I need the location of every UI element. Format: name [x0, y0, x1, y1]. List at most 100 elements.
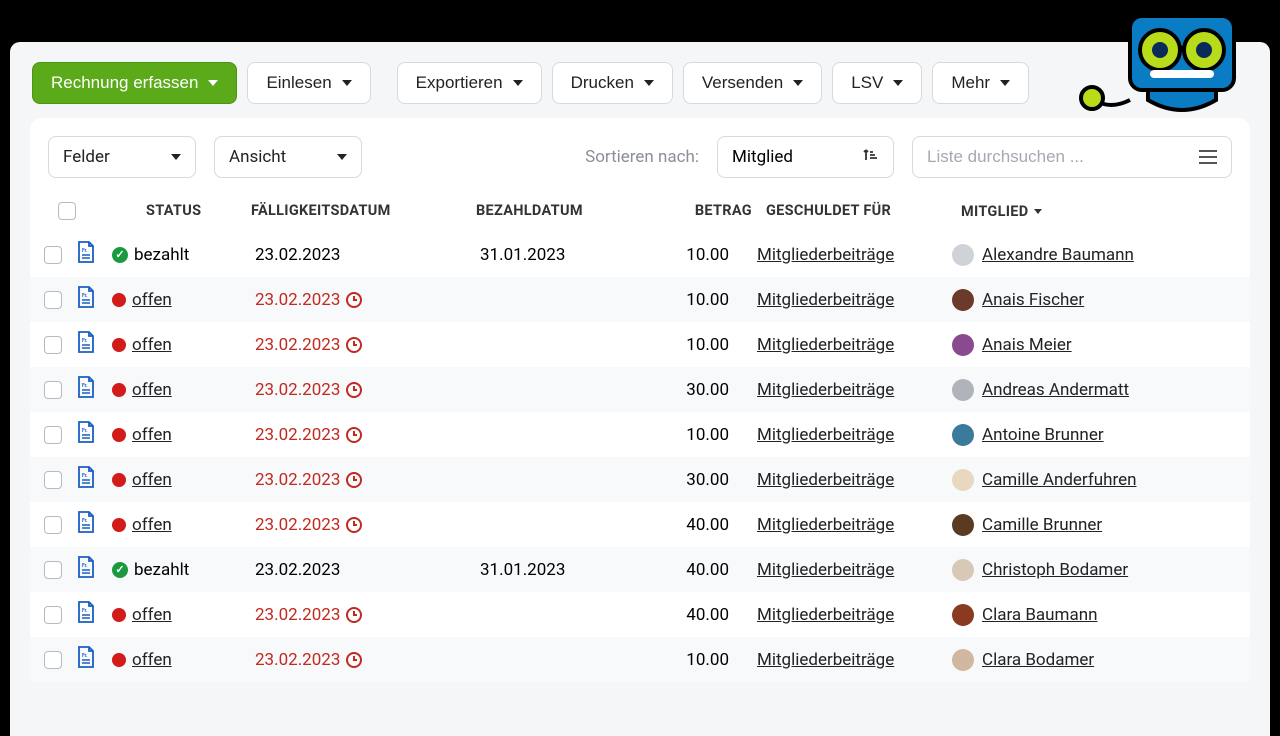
member-cell: Anais Meier — [952, 334, 1212, 356]
open-icon — [112, 428, 126, 442]
owed-for-link[interactable]: Mitgliederbeiträge — [757, 290, 894, 310]
invoice-icon[interactable]: Fr. — [76, 285, 96, 309]
invoice-icon[interactable]: Fr. — [76, 375, 96, 399]
col-member[interactable]: MITGLIED — [961, 202, 1171, 220]
invoice-icon[interactable]: Fr. — [76, 645, 96, 669]
due-date: 23.02.2023 — [255, 560, 340, 580]
owed-for-link[interactable]: Mitgliederbeiträge — [757, 425, 894, 445]
send-button[interactable]: Versenden — [683, 62, 822, 104]
row-checkbox[interactable] — [44, 651, 62, 669]
clock-icon — [346, 427, 362, 443]
table-row: Fr. bezahlt 23.02.2023 31.01.2023 10.00 … — [30, 232, 1250, 277]
avatar — [952, 604, 974, 626]
member-link[interactable]: Clara Baumann — [982, 605, 1097, 625]
svg-text:Fr.: Fr. — [82, 653, 88, 659]
filter-icon[interactable] — [1199, 150, 1217, 164]
row-checkbox[interactable] — [44, 381, 62, 399]
due-date-overdue: 23.02.2023 — [255, 515, 362, 535]
open-icon — [112, 338, 126, 352]
member-link[interactable]: Andreas Andermatt — [982, 380, 1129, 400]
owed-for-link[interactable]: Mitgliederbeiträge — [757, 335, 894, 355]
row-checkbox[interactable] — [44, 516, 62, 534]
owed-for-link[interactable]: Mitgliederbeiträge — [757, 515, 894, 535]
status-link[interactable]: offen — [132, 380, 172, 400]
member-link[interactable]: Alexandre Baumann — [982, 245, 1134, 265]
export-button[interactable]: Exportieren — [397, 62, 542, 104]
status-link[interactable]: offen — [132, 515, 172, 535]
invoice-icon[interactable]: Fr. — [76, 240, 96, 264]
owed-for-link[interactable]: Mitgliederbeiträge — [757, 470, 894, 490]
owed-for-link[interactable]: Mitgliederbeiträge — [757, 245, 894, 265]
select-all-checkbox[interactable] — [58, 202, 76, 220]
view-select[interactable]: Ansicht — [214, 136, 362, 178]
chevron-down-icon — [513, 80, 523, 86]
invoice-table: STATUS FÄLLIGKEITSDATUM BEZAHLDATUM BETR… — [30, 194, 1250, 682]
owed-for-link[interactable]: Mitgliederbeiträge — [757, 605, 894, 625]
amount: 10.00 — [665, 335, 757, 355]
status-link[interactable]: offen — [132, 425, 172, 445]
row-checkbox[interactable] — [44, 291, 62, 309]
open-icon — [112, 383, 126, 397]
table-row: Fr. bezahlt 23.02.2023 31.01.2023 40.00 … — [30, 547, 1250, 592]
invoice-icon[interactable]: Fr. — [76, 555, 96, 579]
status-link[interactable]: offen — [132, 650, 172, 670]
member-link[interactable]: Anais Fischer — [982, 290, 1084, 310]
clock-icon — [346, 607, 362, 623]
fields-select[interactable]: Felder — [48, 136, 196, 178]
invoice-icon[interactable]: Fr. — [76, 420, 96, 444]
paid-icon — [112, 247, 128, 263]
due-date-overdue: 23.02.2023 — [255, 335, 362, 355]
owed-for-link[interactable]: Mitgliederbeiträge — [757, 650, 894, 670]
member-link[interactable]: Camille Brunner — [982, 515, 1102, 535]
invoice-icon[interactable]: Fr. — [76, 600, 96, 624]
chevron-down-icon — [1034, 209, 1042, 214]
more-button[interactable]: Mehr — [932, 62, 1029, 104]
row-checkbox[interactable] — [44, 336, 62, 354]
invoice-icon[interactable]: Fr. — [76, 330, 96, 354]
table-header: STATUS FÄLLIGKEITSDATUM BEZAHLDATUM BETR… — [30, 194, 1250, 232]
row-checkbox[interactable] — [44, 426, 62, 444]
print-button[interactable]: Drucken — [552, 62, 673, 104]
clock-icon — [346, 292, 362, 308]
member-link[interactable]: Clara Bodamer — [982, 650, 1094, 670]
svg-text:Fr.: Fr. — [82, 428, 88, 434]
search-box[interactable] — [912, 136, 1232, 178]
row-checkbox[interactable] — [44, 246, 62, 264]
sort-asc-icon — [863, 147, 879, 167]
open-icon — [112, 473, 126, 487]
table-row: Fr. offen 23.02.2023 40.00 Mitgliederbei… — [30, 502, 1250, 547]
status-link[interactable]: offen — [132, 290, 172, 310]
member-link[interactable]: Christoph Bodamer — [982, 560, 1128, 580]
member-link[interactable]: Anais Meier — [982, 335, 1072, 355]
row-checkbox[interactable] — [44, 471, 62, 489]
status-link[interactable]: offen — [132, 335, 172, 355]
member-link[interactable]: Antoine Brunner — [982, 425, 1104, 445]
avatar — [952, 649, 974, 671]
member-link[interactable]: Camille Anderfuhren — [982, 470, 1136, 490]
invoice-icon[interactable]: Fr. — [76, 510, 96, 534]
svg-text:Fr.: Fr. — [82, 293, 88, 299]
invoice-icon[interactable]: Fr. — [76, 465, 96, 489]
member-cell: Christoph Bodamer — [952, 559, 1212, 581]
row-checkbox[interactable] — [44, 561, 62, 579]
lsv-button[interactable]: LSV — [832, 62, 922, 104]
toolbar: Rechnung erfassen Einlesen Exportieren D… — [10, 42, 1270, 118]
status-link[interactable]: offen — [132, 470, 172, 490]
paid-date: 31.01.2023 — [480, 560, 665, 580]
clock-icon — [346, 472, 362, 488]
sort-select[interactable]: Mitglied — [717, 136, 894, 178]
import-button[interactable]: Einlesen — [247, 62, 370, 104]
status-link[interactable]: offen — [132, 605, 172, 625]
button-label: Rechnung erfassen — [51, 73, 198, 93]
owed-for-link[interactable]: Mitgliederbeiträge — [757, 560, 894, 580]
search-input[interactable] — [927, 147, 1199, 167]
avatar — [952, 424, 974, 446]
create-invoice-button[interactable]: Rechnung erfassen — [32, 62, 237, 104]
clock-icon — [346, 382, 362, 398]
owed-for-link[interactable]: Mitgliederbeiträge — [757, 380, 894, 400]
row-checkbox[interactable] — [44, 606, 62, 624]
amount: 10.00 — [665, 290, 757, 310]
open-icon — [112, 653, 126, 667]
open-icon — [112, 518, 126, 532]
avatar — [952, 334, 974, 356]
